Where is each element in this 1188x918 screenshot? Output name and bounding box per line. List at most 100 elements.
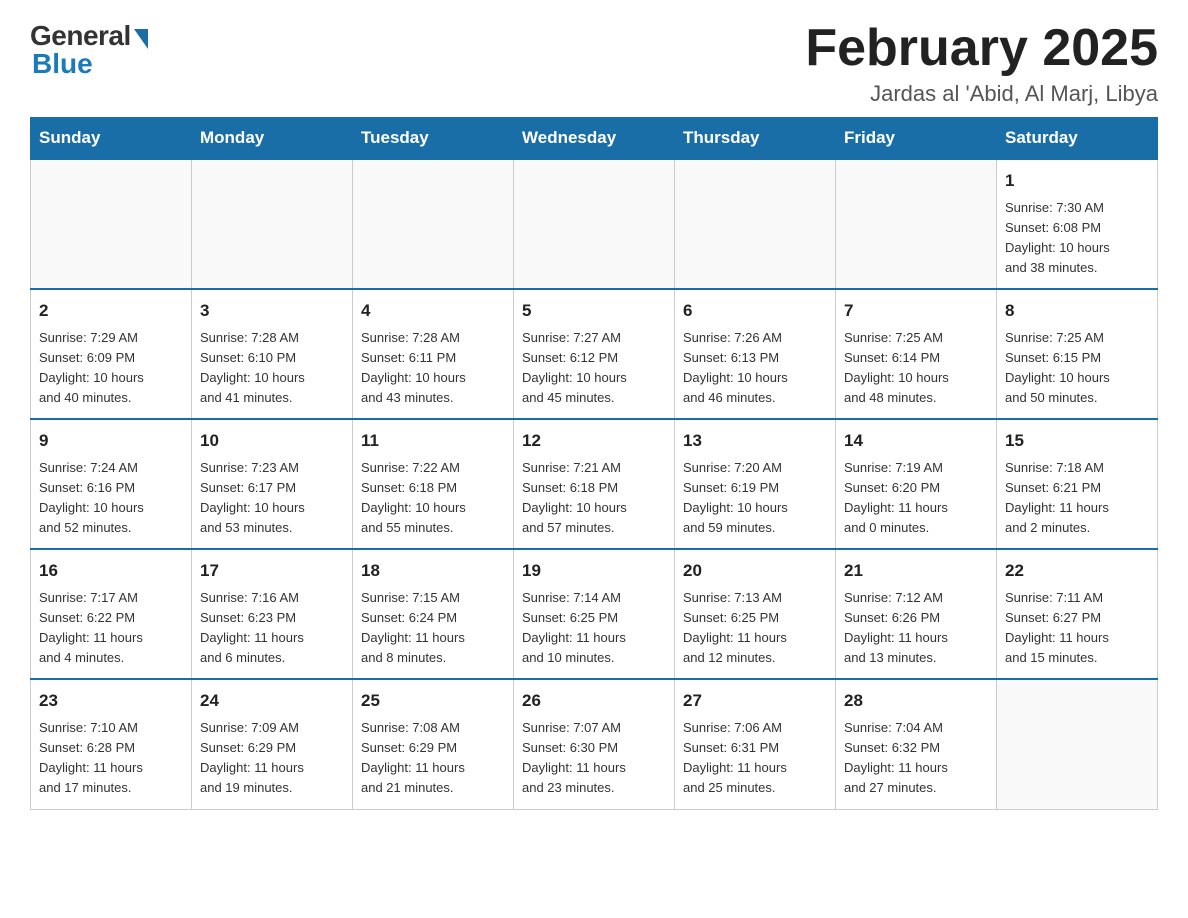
day-info: Sunrise: 7:08 AMSunset: 6:29 PMDaylight:…	[361, 718, 505, 799]
calendar-header-row: SundayMondayTuesdayWednesdayThursdayFrid…	[31, 118, 1158, 160]
day-number: 21	[844, 558, 988, 584]
month-title: February 2025	[805, 20, 1158, 77]
calendar-cell: 17 Sunrise: 7:16 AMSunset: 6:23 PMDayligh…	[192, 549, 353, 679]
calendar-cell: 18 Sunrise: 7:15 AMSunset: 6:24 PMDayligh…	[353, 549, 514, 679]
calendar-cell: 23Sunrise: 7:10 AMSunset: 6:28 PMDayligh…	[31, 679, 192, 809]
calendar-cell	[997, 679, 1158, 809]
day-info: Sunrise: 7:19 AMSunset: 6:20 PMDaylight:…	[844, 458, 988, 539]
day-number: 11	[361, 428, 505, 454]
logo: General Blue	[30, 20, 148, 80]
calendar-header-saturday: Saturday	[997, 118, 1158, 160]
day-number: 9	[39, 428, 183, 454]
calendar-header-thursday: Thursday	[675, 118, 836, 160]
day-number: 26	[522, 688, 666, 714]
day-number: 5	[522, 298, 666, 324]
day-number: 10	[200, 428, 344, 454]
day-info: Sunrise: 7:22 AMSunset: 6:18 PMDaylight:…	[361, 458, 505, 539]
day-number: 1	[1005, 168, 1149, 194]
calendar-cell: 24 Sunrise: 7:09 AMSunset: 6:29 PMDayligh…	[192, 679, 353, 809]
calendar-cell	[31, 159, 192, 289]
calendar-cell: 15Sunrise: 7:18 AMSunset: 6:21 PMDayligh…	[997, 419, 1158, 549]
day-number: 7	[844, 298, 988, 324]
day-number: 2	[39, 298, 183, 324]
day-number: 6	[683, 298, 827, 324]
day-number: 17	[200, 558, 344, 584]
day-number: 19	[522, 558, 666, 584]
calendar-cell: 9Sunrise: 7:24 AMSunset: 6:16 PMDaylight…	[31, 419, 192, 549]
calendar-cell: 19 Sunrise: 7:14 AMSunset: 6:25 PMDayligh…	[514, 549, 675, 679]
calendar-cell: 27 Sunrise: 7:06 AMSunset: 6:31 PMDayligh…	[675, 679, 836, 809]
day-info: Sunrise: 7:15 AMSunset: 6:24 PMDaylight:…	[361, 588, 505, 669]
calendar-cell: 3 Sunrise: 7:28 AMSunset: 6:10 PMDaylight…	[192, 289, 353, 419]
day-info: Sunrise: 7:04 AMSunset: 6:32 PMDaylight:…	[844, 718, 988, 799]
calendar-cell: 5 Sunrise: 7:27 AMSunset: 6:12 PMDaylight…	[514, 289, 675, 419]
calendar-cell: 2 Sunrise: 7:29 AMSunset: 6:09 PMDaylight…	[31, 289, 192, 419]
day-info: Sunrise: 7:26 AMSunset: 6:13 PMDaylight:…	[683, 328, 827, 409]
calendar-cell: 12 Sunrise: 7:21 AMSunset: 6:18 PMDayligh…	[514, 419, 675, 549]
day-info: Sunrise: 7:20 AMSunset: 6:19 PMDaylight:…	[683, 458, 827, 539]
calendar-header-sunday: Sunday	[31, 118, 192, 160]
calendar-cell	[675, 159, 836, 289]
day-info: Sunrise: 7:29 AMSunset: 6:09 PMDaylight:…	[39, 328, 183, 409]
calendar-cell	[192, 159, 353, 289]
calendar-cell: 25Sunrise: 7:08 AMSunset: 6:29 PMDayligh…	[353, 679, 514, 809]
calendar-cell	[514, 159, 675, 289]
calendar-body: 1 Sunrise: 7:30 AMSunset: 6:08 PMDaylight…	[31, 159, 1158, 809]
day-number: 14	[844, 428, 988, 454]
calendar-cell: 4 Sunrise: 7:28 AMSunset: 6:11 PMDaylight…	[353, 289, 514, 419]
calendar-header-tuesday: Tuesday	[353, 118, 514, 160]
day-info: Sunrise: 7:13 AMSunset: 6:25 PMDaylight:…	[683, 588, 827, 669]
day-number: 4	[361, 298, 505, 324]
day-info: Sunrise: 7:11 AMSunset: 6:27 PMDaylight:…	[1005, 588, 1149, 669]
calendar-cell: 22 Sunrise: 7:11 AMSunset: 6:27 PMDayligh…	[997, 549, 1158, 679]
calendar-cell: 8Sunrise: 7:25 AMSunset: 6:15 PMDaylight…	[997, 289, 1158, 419]
day-info: Sunrise: 7:07 AMSunset: 6:30 PMDaylight:…	[522, 718, 666, 799]
day-number: 22	[1005, 558, 1149, 584]
day-number: 27	[683, 688, 827, 714]
day-info: Sunrise: 7:09 AMSunset: 6:29 PMDaylight:…	[200, 718, 344, 799]
calendar-cell: 13 Sunrise: 7:20 AMSunset: 6:19 PMDayligh…	[675, 419, 836, 549]
day-info: Sunrise: 7:06 AMSunset: 6:31 PMDaylight:…	[683, 718, 827, 799]
calendar-cell: 11 Sunrise: 7:22 AMSunset: 6:18 PMDayligh…	[353, 419, 514, 549]
day-info: Sunrise: 7:25 AMSunset: 6:14 PMDaylight:…	[844, 328, 988, 409]
day-info: Sunrise: 7:28 AMSunset: 6:10 PMDaylight:…	[200, 328, 344, 409]
day-info: Sunrise: 7:17 AMSunset: 6:22 PMDaylight:…	[39, 588, 183, 669]
day-info: Sunrise: 7:25 AMSunset: 6:15 PMDaylight:…	[1005, 328, 1149, 409]
logo-arrow-icon	[134, 29, 148, 49]
day-info: Sunrise: 7:12 AMSunset: 6:26 PMDaylight:…	[844, 588, 988, 669]
calendar-cell: 16 Sunrise: 7:17 AMSunset: 6:22 PMDayligh…	[31, 549, 192, 679]
day-info: Sunrise: 7:21 AMSunset: 6:18 PMDaylight:…	[522, 458, 666, 539]
day-info: Sunrise: 7:16 AMSunset: 6:23 PMDaylight:…	[200, 588, 344, 669]
calendar-cell: 7 Sunrise: 7:25 AMSunset: 6:14 PMDaylight…	[836, 289, 997, 419]
day-number: 18	[361, 558, 505, 584]
location-text: Jardas al 'Abid, Al Marj, Libya	[805, 81, 1158, 107]
calendar-cell	[836, 159, 997, 289]
calendar-cell: 10 Sunrise: 7:23 AMSunset: 6:17 PMDayligh…	[192, 419, 353, 549]
day-number: 24	[200, 688, 344, 714]
day-info: Sunrise: 7:14 AMSunset: 6:25 PMDaylight:…	[522, 588, 666, 669]
day-info: Sunrise: 7:23 AMSunset: 6:17 PMDaylight:…	[200, 458, 344, 539]
day-number: 12	[522, 428, 666, 454]
day-info: Sunrise: 7:27 AMSunset: 6:12 PMDaylight:…	[522, 328, 666, 409]
calendar-week-row: 23Sunrise: 7:10 AMSunset: 6:28 PMDayligh…	[31, 679, 1158, 809]
calendar-cell: 26 Sunrise: 7:07 AMSunset: 6:30 PMDayligh…	[514, 679, 675, 809]
calendar-table: SundayMondayTuesdayWednesdayThursdayFrid…	[30, 117, 1158, 809]
day-info: Sunrise: 7:28 AMSunset: 6:11 PMDaylight:…	[361, 328, 505, 409]
calendar-cell: 28Sunrise: 7:04 AMSunset: 6:32 PMDayligh…	[836, 679, 997, 809]
day-number: 13	[683, 428, 827, 454]
calendar-week-row: 9Sunrise: 7:24 AMSunset: 6:16 PMDaylight…	[31, 419, 1158, 549]
day-number: 20	[683, 558, 827, 584]
day-number: 15	[1005, 428, 1149, 454]
calendar-week-row: 16 Sunrise: 7:17 AMSunset: 6:22 PMDayligh…	[31, 549, 1158, 679]
day-number: 16	[39, 558, 183, 584]
day-info: Sunrise: 7:30 AMSunset: 6:08 PMDaylight:…	[1005, 198, 1149, 279]
logo-blue-text: Blue	[32, 48, 93, 80]
title-block: February 2025 Jardas al 'Abid, Al Marj, …	[805, 20, 1158, 107]
calendar-cell: 1 Sunrise: 7:30 AMSunset: 6:08 PMDaylight…	[997, 159, 1158, 289]
day-number: 3	[200, 298, 344, 324]
calendar-header-wednesday: Wednesday	[514, 118, 675, 160]
calendar-cell: 21 Sunrise: 7:12 AMSunset: 6:26 PMDayligh…	[836, 549, 997, 679]
day-number: 23	[39, 688, 183, 714]
calendar-week-row: 2 Sunrise: 7:29 AMSunset: 6:09 PMDaylight…	[31, 289, 1158, 419]
calendar-week-row: 1 Sunrise: 7:30 AMSunset: 6:08 PMDaylight…	[31, 159, 1158, 289]
